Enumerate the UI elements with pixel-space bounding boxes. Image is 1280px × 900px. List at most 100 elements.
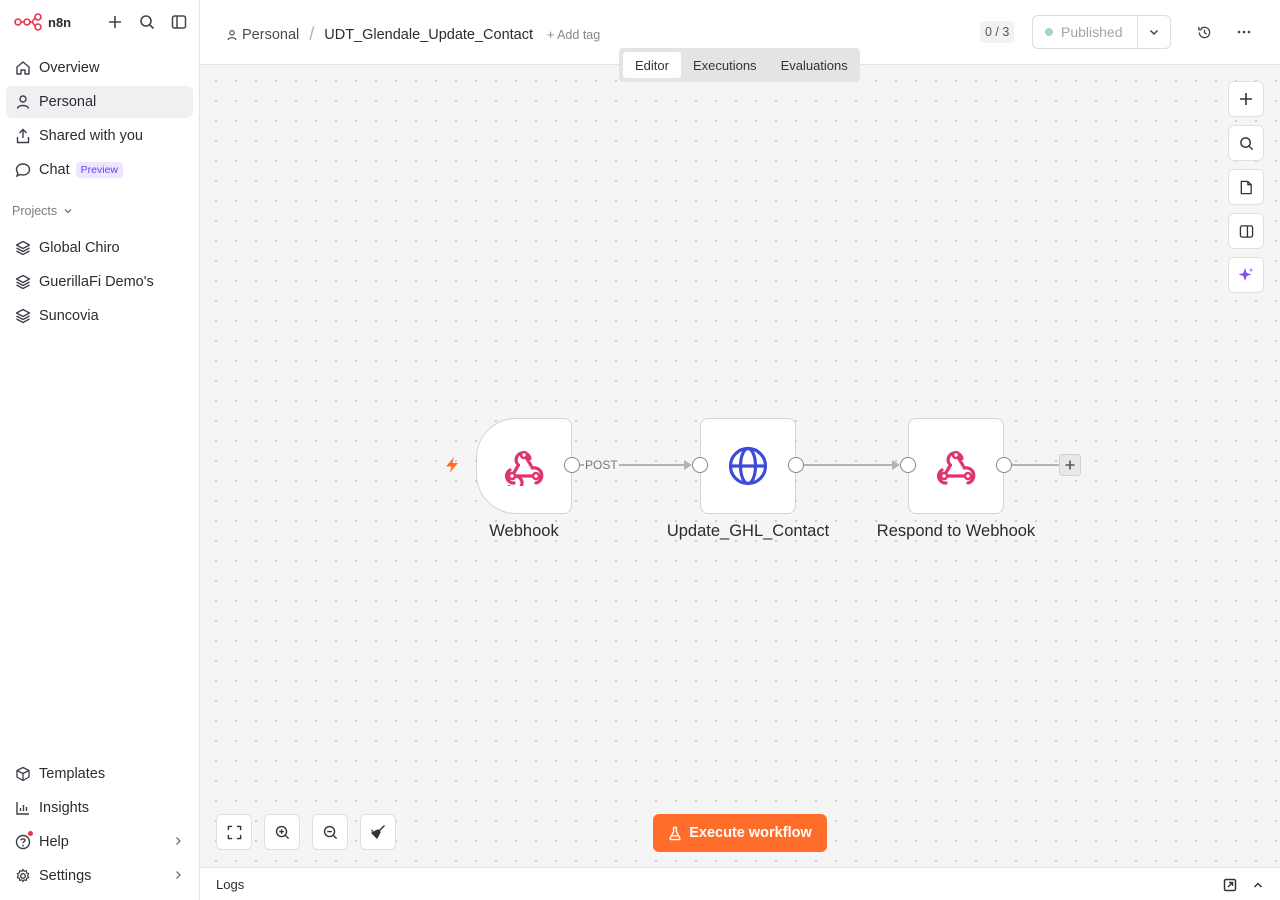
nav-label: Insights	[39, 800, 89, 816]
help-icon	[15, 831, 33, 850]
nav-label: Overview	[39, 60, 100, 76]
broom-icon	[371, 825, 385, 839]
connection-arrow	[684, 460, 692, 470]
fit-view-button[interactable]	[216, 814, 252, 850]
nav-insights[interactable]: Insights	[6, 792, 193, 824]
layers-icon	[15, 274, 31, 290]
nav-label: Settings	[39, 868, 92, 884]
publish-status-dot	[1045, 28, 1053, 36]
logs-label: Logs	[216, 877, 245, 892]
connection-line	[804, 464, 894, 466]
project-label: GuerillaFi Demo's	[39, 274, 154, 290]
nav-help[interactable]: Help	[6, 826, 193, 858]
search-icon[interactable]	[138, 13, 156, 31]
workflow-name[interactable]: UDT_Glendale_Update_Contact	[324, 27, 533, 43]
more-icon[interactable]	[1235, 23, 1253, 41]
chat-icon	[15, 162, 31, 178]
sparkle-icon	[1238, 267, 1254, 281]
collapse-sidebar-icon[interactable]	[170, 13, 188, 31]
zoom-in-button[interactable]	[264, 814, 300, 850]
connection-line	[1012, 464, 1059, 466]
globe-icon	[728, 446, 768, 486]
toggle-panel-button[interactable]	[1228, 213, 1264, 249]
output-handle[interactable]	[788, 457, 804, 473]
trigger-bolt-icon	[444, 456, 460, 479]
n8n-logo-icon	[14, 13, 42, 31]
projects-header-label: Projects	[12, 204, 58, 218]
webhook-icon	[505, 450, 544, 486]
nav-shared[interactable]: Shared with you	[6, 120, 193, 152]
gear-icon	[15, 868, 31, 884]
nav-label: Personal	[39, 94, 97, 110]
node-label-respond-to-webhook: Respond to Webhook	[876, 522, 1036, 540]
nav-settings[interactable]: Settings	[6, 860, 193, 892]
flask-icon	[669, 826, 681, 840]
chevron-down-icon	[64, 209, 72, 214]
nav-label: Chat	[39, 162, 70, 178]
zoom-out-icon	[323, 825, 337, 839]
nav-overview[interactable]: Overview	[6, 52, 193, 84]
add-next-node-button[interactable]	[1059, 454, 1081, 476]
nav-personal[interactable]: Personal	[6, 86, 193, 118]
user-icon	[15, 94, 31, 110]
node-counter: 0 / 3	[980, 21, 1015, 43]
nav-label: Help	[39, 834, 69, 850]
sticky-note-button[interactable]	[1228, 169, 1264, 205]
nav-templates[interactable]: Templates	[6, 758, 193, 790]
ai-assistant-button[interactable]	[1228, 257, 1264, 293]
output-handle[interactable]	[996, 457, 1012, 473]
chevron-right-icon	[173, 869, 183, 883]
input-handle[interactable]	[900, 457, 916, 473]
tidy-up-button[interactable]	[360, 814, 396, 850]
nav-chat[interactable]: Chat Preview	[6, 154, 193, 186]
tab-executions[interactable]: Executions	[681, 52, 769, 78]
plus-icon	[1065, 460, 1075, 470]
history-icon[interactable]	[1195, 23, 1213, 41]
tab-editor[interactable]: Editor	[623, 52, 681, 78]
project-global-chiro[interactable]: Global Chiro	[6, 232, 193, 264]
node-update-ghl-contact[interactable]	[700, 418, 796, 514]
publish-button[interactable]: Published	[1032, 15, 1138, 49]
zoom-in-icon	[275, 825, 289, 839]
project-suncovia[interactable]: Suncovia	[6, 300, 193, 332]
node-webhook[interactable]	[476, 418, 572, 514]
publish-label: Published	[1061, 24, 1123, 40]
execute-workflow-button[interactable]: Execute workflow	[653, 814, 827, 852]
add-icon[interactable]	[106, 13, 124, 31]
add-node-button[interactable]	[1228, 81, 1264, 117]
home-icon	[15, 60, 31, 76]
sidebar-top: n8n	[0, 0, 199, 44]
input-handle[interactable]	[692, 457, 708, 473]
publish-dropdown[interactable]	[1137, 15, 1171, 49]
project-label: Suncovia	[39, 308, 99, 324]
nav-label: Templates	[39, 766, 106, 782]
webhook-icon	[937, 450, 976, 485]
pop-out-icon[interactable]	[1222, 877, 1238, 893]
fullscreen-icon	[227, 825, 241, 839]
chart-icon	[15, 800, 31, 816]
node-label-webhook: Webhook	[489, 522, 559, 540]
node-label-update-ghl-contact: Update_GHL_Contact	[666, 522, 830, 540]
node-respond-to-webhook[interactable]	[908, 418, 1004, 514]
search-nodes-button[interactable]	[1228, 125, 1264, 161]
chevron-right-icon	[173, 835, 183, 849]
add-tag-button[interactable]: + Add tag	[547, 28, 600, 42]
output-handle[interactable]	[564, 457, 580, 473]
breadcrumb-project[interactable]: Personal	[242, 27, 299, 43]
projects-header[interactable]: Projects	[12, 204, 74, 218]
breadcrumb-separator: /	[309, 24, 315, 44]
user-icon	[227, 29, 237, 40]
logs-panel[interactable]: Logs	[200, 867, 1280, 900]
project-label: Global Chiro	[39, 240, 120, 256]
n8n-logo[interactable]: n8n	[14, 13, 71, 31]
logo-text: n8n	[48, 14, 72, 30]
project-guerillafi[interactable]: GuerillaFi Demo's	[6, 266, 193, 298]
panel-icon	[1239, 224, 1253, 238]
notification-dot	[28, 831, 33, 836]
tab-evaluations[interactable]: Evaluations	[769, 52, 860, 78]
connection-arrow	[892, 460, 900, 470]
zoom-out-button[interactable]	[312, 814, 348, 850]
nav-label: Shared with you	[39, 128, 143, 144]
connection-label: POST	[584, 458, 619, 472]
chevron-up-icon[interactable]	[1250, 877, 1266, 893]
